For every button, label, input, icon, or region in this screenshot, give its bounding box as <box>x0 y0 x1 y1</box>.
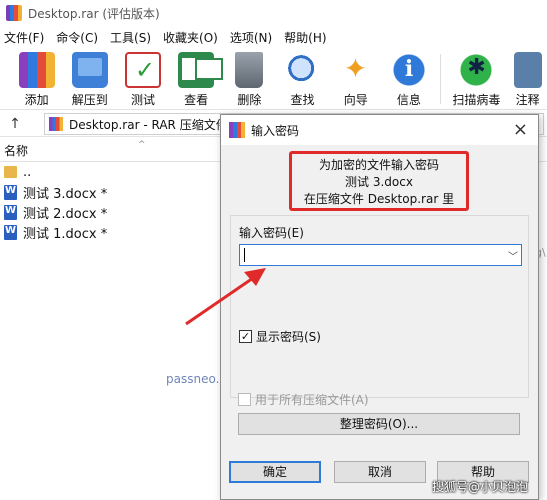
password-group: 输入密码(E) ﹀ ✓ 显示密码(S) <box>230 215 529 398</box>
show-password-checkbox[interactable]: ✓ <box>239 330 252 343</box>
info-line-1: 为加密的文件输入密码 <box>318 158 439 172</box>
view-book-icon <box>178 52 224 88</box>
menu-options[interactable]: 选项(N) <box>230 29 272 46</box>
chevron-down-icon[interactable]: ﹀ <box>505 248 521 263</box>
toolbar-scan-virus-button[interactable]: 扫描病毒 <box>444 48 508 110</box>
cancel-button[interactable]: 取消 <box>334 461 426 483</box>
list-item[interactable]: .. <box>0 162 220 182</box>
toolbar-find-button[interactable]: 查找 <box>276 48 329 110</box>
address-text: Desktop.rar - RAR 压缩文件 <box>69 117 228 132</box>
menu-help[interactable]: 帮助(H) <box>284 29 326 46</box>
word-doc-icon <box>4 224 17 240</box>
menu-favorites[interactable]: 收藏夹(O) <box>163 29 218 46</box>
info-line-2: 测试 3.docx <box>345 175 413 189</box>
window-title-bar: Desktop.rar (评估版本) <box>0 0 547 26</box>
menu-command[interactable]: 命令(C) <box>56 29 98 46</box>
info-line-3: 在压缩文件 Desktop.rar 里 <box>303 192 455 206</box>
show-password-row[interactable]: ✓ 显示密码(S) <box>239 328 321 345</box>
info-icon <box>390 52 427 88</box>
file-name: 测试 2.docx * <box>23 206 108 222</box>
folder-icon <box>4 166 17 178</box>
password-input[interactable] <box>245 245 505 265</box>
toolbar-comment-button[interactable]: 注释 <box>508 48 547 110</box>
password-combobox[interactable]: ﹀ <box>239 244 522 266</box>
archive-icon <box>49 117 63 131</box>
window-title: Desktop.rar (评估版本) <box>28 6 160 21</box>
winrar-app-icon <box>229 122 245 138</box>
magnifier-icon <box>284 52 321 88</box>
show-password-label: 显示密码(S) <box>256 330 321 344</box>
toolbar-separator <box>439 54 441 104</box>
toolbar-info-button[interactable]: 信息 <box>382 48 435 110</box>
close-icon[interactable]: × <box>513 119 528 140</box>
trash-icon <box>235 52 264 88</box>
virus-scan-icon <box>458 52 495 88</box>
apply-all-row[interactable]: 用于所有压缩文件(A) <box>238 391 369 408</box>
file-list: .. 测试 3.docx * 测试 2.docx * 测试 1.docx * <box>0 162 220 242</box>
manage-passwords-button[interactable]: 整理密码(O)... <box>238 413 520 435</box>
toolbar-test-button[interactable]: 测试 <box>116 48 169 110</box>
add-archive-icon <box>18 52 55 88</box>
list-item[interactable]: 测试 3.docx * <box>0 182 220 202</box>
menu-file[interactable]: 文件(F) <box>4 29 44 46</box>
word-doc-icon <box>4 184 17 200</box>
toolbar-wizard-button[interactable]: 向导 <box>329 48 382 110</box>
toolbar-view-button[interactable]: 查看 <box>170 48 224 110</box>
toolbar-extract-button[interactable]: 解压到 <box>63 48 116 110</box>
toolbar-delete-button[interactable]: 删除 <box>223 48 276 110</box>
dialog-title: 输入密码 <box>251 123 300 138</box>
toolbar: 添加 解压到 测试 查看 删除 查找 向导 信息 扫描病毒 注释 <box>0 48 547 110</box>
password-label: 输入密码(E) <box>239 226 304 240</box>
list-item[interactable]: 测试 1.docx * <box>0 222 220 242</box>
author-watermark: 搜狐号@小贝泡泡 <box>432 480 529 494</box>
ok-button[interactable]: 确定 <box>229 461 321 483</box>
chevron-up-icon: ^ <box>138 140 146 150</box>
winrar-app-icon <box>6 5 22 21</box>
file-name: 测试 3.docx * <box>23 186 108 202</box>
word-doc-icon <box>4 204 17 220</box>
toolbar-add-button[interactable]: 添加 <box>10 48 63 110</box>
extract-to-icon <box>71 52 108 88</box>
apply-all-checkbox[interactable] <box>238 393 251 406</box>
encrypted-file-info: 为加密的文件输入密码 测试 3.docx 在压缩文件 Desktop.rar 里 <box>289 151 469 211</box>
menu-bar: 文件(F) 命令(C) 工具(S) 收藏夹(O) 选项(N) 帮助(H) <box>0 26 547 48</box>
wizard-wand-icon <box>338 52 374 88</box>
menu-tools[interactable]: 工具(S) <box>110 29 151 46</box>
up-arrow-icon[interactable]: ↑ <box>0 116 30 132</box>
password-dialog: 输入密码 × 为加密的文件输入密码 测试 3.docx 在压缩文件 Deskto… <box>220 114 539 500</box>
list-item[interactable]: 测试 2.docx * <box>0 202 220 222</box>
apply-all-label: 用于所有压缩文件(A) <box>255 393 369 407</box>
file-name: 测试 1.docx * <box>23 226 108 242</box>
column-name-header[interactable]: 名称 <box>4 142 28 159</box>
dialog-title-bar: 输入密码 × <box>221 115 538 145</box>
test-icon <box>124 52 161 88</box>
comment-icon <box>513 52 542 88</box>
file-name: .. <box>23 164 32 180</box>
